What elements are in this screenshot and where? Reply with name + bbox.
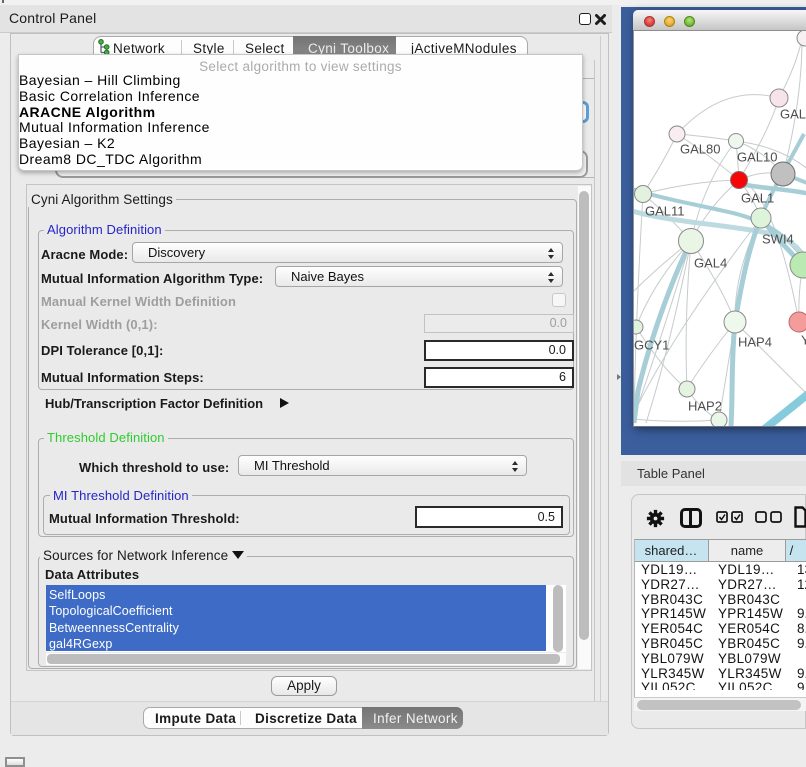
- svg-text:GCY1: GCY1: [634, 338, 669, 353]
- svg-text:GAL80: GAL80: [680, 142, 720, 157]
- svg-text:HAP2: HAP2: [688, 399, 722, 414]
- svg-text:GAL11: GAL11: [645, 204, 685, 219]
- svg-text:SWI4: SWI4: [762, 232, 794, 247]
- svg-text:GAL10: GAL10: [737, 150, 777, 165]
- svg-text:GAL4: GAL4: [694, 256, 727, 271]
- svg-text:Y: Y: [801, 333, 806, 348]
- svg-text:GAL7: GAL7: [780, 107, 806, 122]
- svg-text:HAP4: HAP4: [738, 335, 772, 350]
- svg-text:GAL1: GAL1: [741, 191, 774, 206]
